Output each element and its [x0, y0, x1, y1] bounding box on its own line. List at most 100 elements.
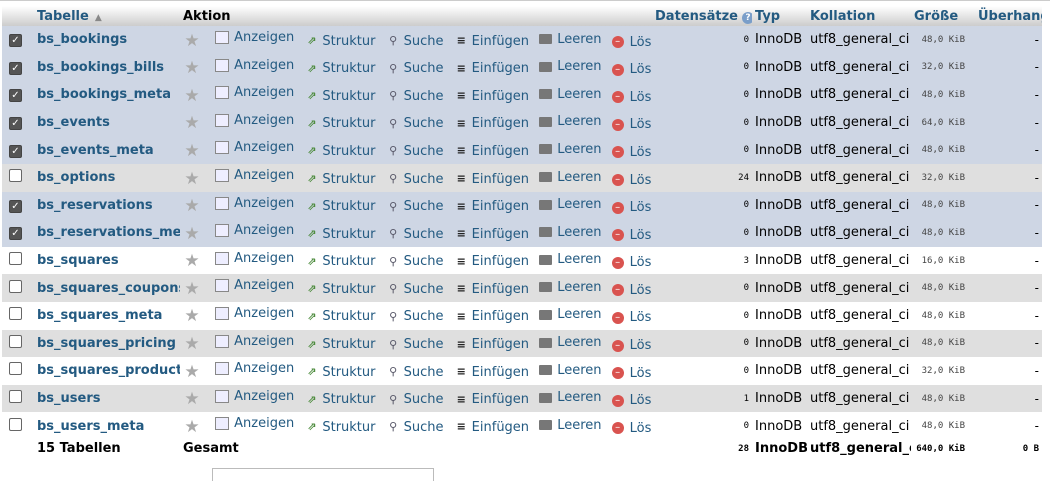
search-label[interactable]: Suche	[404, 116, 444, 131]
drop-action[interactable]: –Löschen	[611, 145, 652, 160]
insert-action[interactable]: ≡ Einfügen	[454, 365, 529, 380]
browse-label[interactable]: Anzeigen	[234, 306, 294, 321]
structure-label[interactable]: Struktur	[322, 365, 375, 380]
browse-action[interactable]: Anzeigen	[215, 85, 294, 100]
search-label[interactable]: Suche	[404, 61, 444, 76]
search-label[interactable]: Suche	[404, 392, 444, 407]
star-icon[interactable]: ★	[183, 198, 201, 215]
browse-label[interactable]: Anzeigen	[234, 278, 294, 293]
row-checkbox[interactable]: ✓	[9, 61, 22, 75]
empty-label[interactable]: Leeren	[557, 252, 601, 267]
empty-action[interactable]: Leeren	[539, 114, 602, 129]
browse-label[interactable]: Anzeigen	[234, 389, 294, 404]
structure-action[interactable]: ⇗ Struktur	[304, 337, 375, 352]
star-icon[interactable]: ★	[183, 32, 201, 49]
insert-label[interactable]: Einfügen	[472, 172, 529, 187]
drop-action[interactable]: –Löschen	[611, 255, 652, 270]
empty-action[interactable]: Leeren	[539, 225, 602, 240]
star-icon[interactable]: ★	[183, 308, 201, 325]
browse-label[interactable]: Anzeigen	[234, 361, 294, 376]
browse-action[interactable]: Anzeigen	[215, 251, 294, 266]
insert-label[interactable]: Einfügen	[472, 420, 529, 435]
empty-label[interactable]: Leeren	[557, 142, 601, 157]
browse-action[interactable]: Anzeigen	[215, 361, 294, 376]
structure-label[interactable]: Struktur	[322, 420, 375, 435]
search-label[interactable]: Suche	[404, 144, 444, 159]
insert-label[interactable]: Einfügen	[472, 337, 529, 352]
search-label[interactable]: Suche	[404, 309, 444, 324]
insert-action[interactable]: ≡ Einfügen	[454, 144, 529, 159]
row-checkbox[interactable]	[9, 307, 22, 321]
search-label[interactable]: Suche	[404, 227, 444, 242]
search-label[interactable]: Suche	[404, 282, 444, 297]
drop-action[interactable]: –Löschen	[611, 35, 652, 50]
insert-label[interactable]: Einfügen	[472, 227, 529, 242]
sort-arrow-icon[interactable]: ▲	[95, 13, 102, 23]
search-action[interactable]: ⚲ Suche	[386, 116, 444, 131]
browse-label[interactable]: Anzeigen	[234, 416, 294, 431]
structure-label[interactable]: Struktur	[322, 172, 375, 187]
browse-action[interactable]: Anzeigen	[215, 196, 294, 211]
insert-label[interactable]: Einfügen	[472, 144, 529, 159]
drop-action[interactable]: –Löschen	[611, 393, 652, 408]
search-action[interactable]: ⚲ Suche	[386, 34, 444, 49]
search-label[interactable]: Suche	[404, 34, 444, 49]
structure-label[interactable]: Struktur	[322, 392, 375, 407]
row-checkbox[interactable]: ✓	[9, 199, 22, 213]
star-icon[interactable]: ★	[183, 363, 201, 380]
browse-action[interactable]: Anzeigen	[215, 416, 294, 431]
browse-label[interactable]: Anzeigen	[234, 223, 294, 238]
drop-action[interactable]: –Löschen	[611, 200, 652, 215]
search-action[interactable]: ⚲ Suche	[386, 89, 443, 104]
structure-action[interactable]: ⇗ Struktur	[304, 282, 375, 297]
star-icon[interactable]: ★	[183, 60, 201, 77]
empty-action[interactable]: Leeren	[539, 32, 602, 47]
structure-action[interactable]: ⇗ Struktur	[304, 34, 375, 49]
search-label[interactable]: Suche	[404, 172, 444, 187]
header-tabelle[interactable]: Tabelle ▲	[34, 6, 180, 26]
browse-label[interactable]: Anzeigen	[234, 168, 294, 183]
search-action[interactable]: ⚲ Suche	[386, 392, 444, 407]
insert-action[interactable]: ≡ Einfügen	[454, 420, 529, 435]
table-name-link[interactable]: bs_squares_products	[37, 363, 180, 378]
browse-action[interactable]: Anzeigen	[215, 278, 294, 293]
structure-action[interactable]: ⇗ Struktur	[304, 89, 375, 104]
structure-label[interactable]: Struktur	[322, 282, 375, 297]
row-checkbox[interactable]	[9, 252, 22, 266]
search-action[interactable]: ⚲ Suche	[386, 199, 443, 214]
header-groesse[interactable]: Größe	[911, 6, 975, 26]
insert-label[interactable]: Einfügen	[472, 61, 529, 76]
search-label[interactable]: Suche	[404, 337, 444, 352]
browse-label[interactable]: Anzeigen	[234, 251, 294, 266]
structure-action[interactable]: ⇗ Struktur	[304, 172, 375, 187]
search-label[interactable]: Suche	[404, 365, 444, 380]
search-action[interactable]: ⚲ Suche	[386, 309, 444, 324]
star-icon[interactable]: ★	[183, 391, 201, 408]
insert-action[interactable]: ≡ Einfügen	[454, 337, 529, 352]
search-action[interactable]: ⚲ Suche	[386, 282, 444, 297]
browse-label[interactable]: Anzeigen	[234, 140, 294, 155]
table-name-link[interactable]: bs_squares_pricing	[37, 336, 176, 351]
header-kollation-label[interactable]: Kollation	[810, 9, 875, 24]
table-name-link[interactable]: bs_squares_coupons	[37, 281, 180, 296]
insert-action[interactable]: ≡ Einfügen	[454, 392, 529, 407]
empty-label[interactable]: Leeren	[557, 225, 601, 240]
empty-label[interactable]: Leeren	[557, 114, 601, 129]
drop-action[interactable]: –Löschen	[611, 421, 652, 436]
browse-action[interactable]: Anzeigen	[215, 168, 294, 183]
insert-action[interactable]: ≡ Einfügen	[454, 89, 529, 104]
empty-label[interactable]: Leeren	[557, 59, 601, 74]
structure-action[interactable]: ⇗ Struktur	[304, 61, 375, 76]
drop-action[interactable]: –Löschen	[611, 90, 652, 105]
structure-label[interactable]: Struktur	[322, 116, 375, 131]
table-name-link[interactable]: bs_reservations	[37, 198, 153, 213]
search-action[interactable]: ⚲ Suche	[386, 172, 444, 187]
browse-action[interactable]: Anzeigen	[215, 306, 294, 321]
drop-label[interactable]: Löschen	[630, 62, 652, 77]
table-name-link[interactable]: bs_options	[37, 170, 115, 185]
structure-label[interactable]: Struktur	[322, 337, 375, 352]
search-action[interactable]: ⚲ Suche	[386, 337, 444, 352]
table-name-link[interactable]: bs_bookings	[37, 32, 127, 47]
structure-label[interactable]: Struktur	[322, 61, 375, 76]
row-checkbox[interactable]	[9, 169, 22, 183]
